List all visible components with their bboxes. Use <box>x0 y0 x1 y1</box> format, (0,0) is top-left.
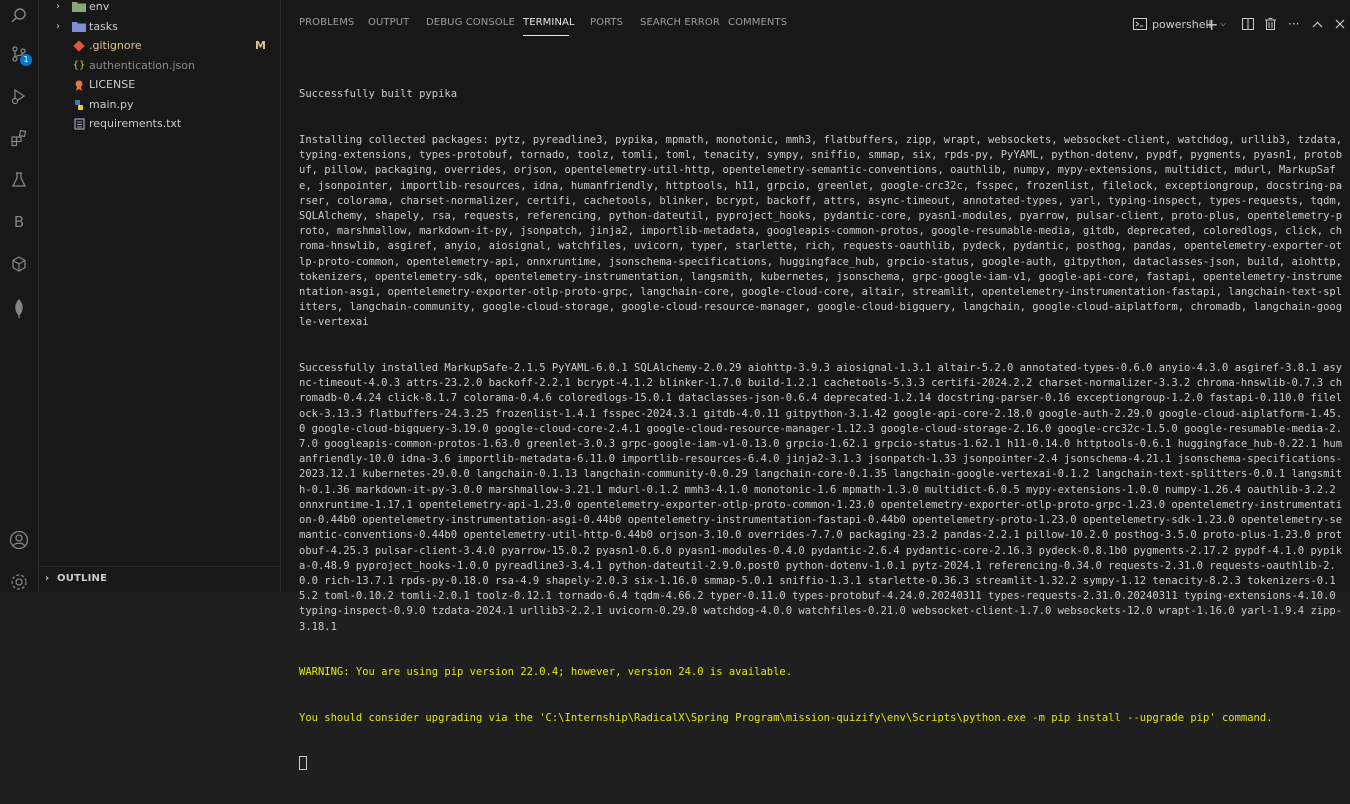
text-file-icon <box>72 117 86 131</box>
chevron-down-icon[interactable]: ⌵ <box>1220 14 1226 34</box>
tree-item-label: env <box>89 0 110 13</box>
tree-item-env[interactable]: › env <box>39 0 280 16</box>
modified-badge: M <box>255 39 266 52</box>
source-control-icon[interactable] <box>0 38 38 70</box>
tab-problems[interactable]: PROBLEMS <box>299 17 354 28</box>
chevron-right-icon: › <box>56 1 60 12</box>
outline-section-header[interactable]: › OUTLINE <box>39 566 280 589</box>
tree-item-requirements-txt[interactable]: requirements.txt <box>39 114 280 133</box>
tree-item-label: authentication.json <box>89 59 195 72</box>
chevron-right-icon: › <box>56 21 60 32</box>
b-extension-icon[interactable]: B <box>0 206 38 238</box>
explorer-sidebar: › env › tasks .gitignore M {} authentica… <box>39 0 281 592</box>
run-debug-icon[interactable] <box>0 80 38 112</box>
panel-tab-bar: PROBLEMS OUTPUT DEBUG CONSOLE TERMINAL P… <box>281 0 1350 48</box>
split-terminal-icon[interactable] <box>1242 14 1254 34</box>
activity-bar: 1 B <box>0 0 39 592</box>
terminal-icon <box>1133 18 1147 30</box>
json-icon: {} <box>72 60 86 71</box>
tab-comments[interactable]: COMMENTS <box>728 17 787 28</box>
tree-item-label: requirements.txt <box>89 117 182 130</box>
tab-search-error[interactable]: SEARCH ERROR <box>640 17 720 28</box>
chevron-right-icon: › <box>45 572 50 584</box>
terminal-line-installed: Successfully installed MarkupSafe-2.1.5 … <box>299 362 1343 633</box>
close-panel-icon[interactable] <box>1335 14 1345 34</box>
more-actions-icon[interactable]: ··· <box>1288 14 1299 34</box>
tab-output[interactable]: OUTPUT <box>368 17 409 28</box>
tree-item-gitignore[interactable]: .gitignore M <box>39 36 280 55</box>
tree-item-tasks[interactable]: › tasks <box>39 17 280 36</box>
tree-item-authentication-json[interactable]: {} authentication.json <box>39 56 280 75</box>
search-icon[interactable] <box>0 0 38 32</box>
terminal-prompt[interactable] <box>299 756 1345 773</box>
terminal-line-installing: Installing collected packages: pytz, pyr… <box>299 134 1349 329</box>
folder-icon <box>72 20 86 34</box>
testing-flask-icon[interactable] <box>0 164 38 196</box>
new-terminal-plus-icon[interactable]: + <box>1205 14 1218 34</box>
source-control-badge: 1 <box>20 54 32 66</box>
terminal-warning-upgrade: You should consider upgrading via the 'C… <box>299 711 1273 724</box>
tree-item-main-py[interactable]: main.py <box>39 95 280 114</box>
account-icon[interactable] <box>0 524 38 556</box>
terminal-warning-version: WARNING: You are using pip version 22.0.… <box>299 666 793 679</box>
extensions-icon[interactable] <box>0 122 38 154</box>
license-icon <box>72 78 86 92</box>
tab-debug-console[interactable]: DEBUG CONSOLE <box>426 17 515 28</box>
cube-icon[interactable] <box>0 248 38 280</box>
tree-item-label: LICENSE <box>89 78 136 91</box>
bottom-panel: PROBLEMS OUTPUT DEBUG CONSOLE TERMINAL P… <box>281 0 1350 771</box>
tree-item-label: tasks <box>89 20 118 33</box>
outline-label: OUTLINE <box>57 572 108 584</box>
settings-gear-icon[interactable] <box>0 566 38 598</box>
tab-terminal[interactable]: TERMINAL <box>523 17 575 28</box>
python-icon <box>72 98 86 112</box>
tree-item-label: main.py <box>89 98 134 111</box>
tree-item-license[interactable]: LICENSE <box>39 75 280 94</box>
active-tab-indicator <box>523 35 569 36</box>
terminal-output[interactable]: Successfully built pypika Installing col… <box>299 57 1345 804</box>
terminal-profile[interactable]: powershell <box>1133 14 1212 34</box>
tree-item-label: .gitignore <box>89 39 142 52</box>
terminal-line-built: Successfully built pypika <box>299 88 458 101</box>
shell-label: powershell <box>1152 17 1212 31</box>
folder-icon <box>72 0 86 14</box>
maximize-panel-chevron-up-icon[interactable] <box>1312 14 1323 34</box>
tab-ports[interactable]: PORTS <box>590 17 623 28</box>
git-icon <box>72 39 86 53</box>
leaf-icon[interactable] <box>0 292 38 324</box>
trash-icon[interactable] <box>1265 14 1276 34</box>
terminal-cursor <box>299 756 307 771</box>
